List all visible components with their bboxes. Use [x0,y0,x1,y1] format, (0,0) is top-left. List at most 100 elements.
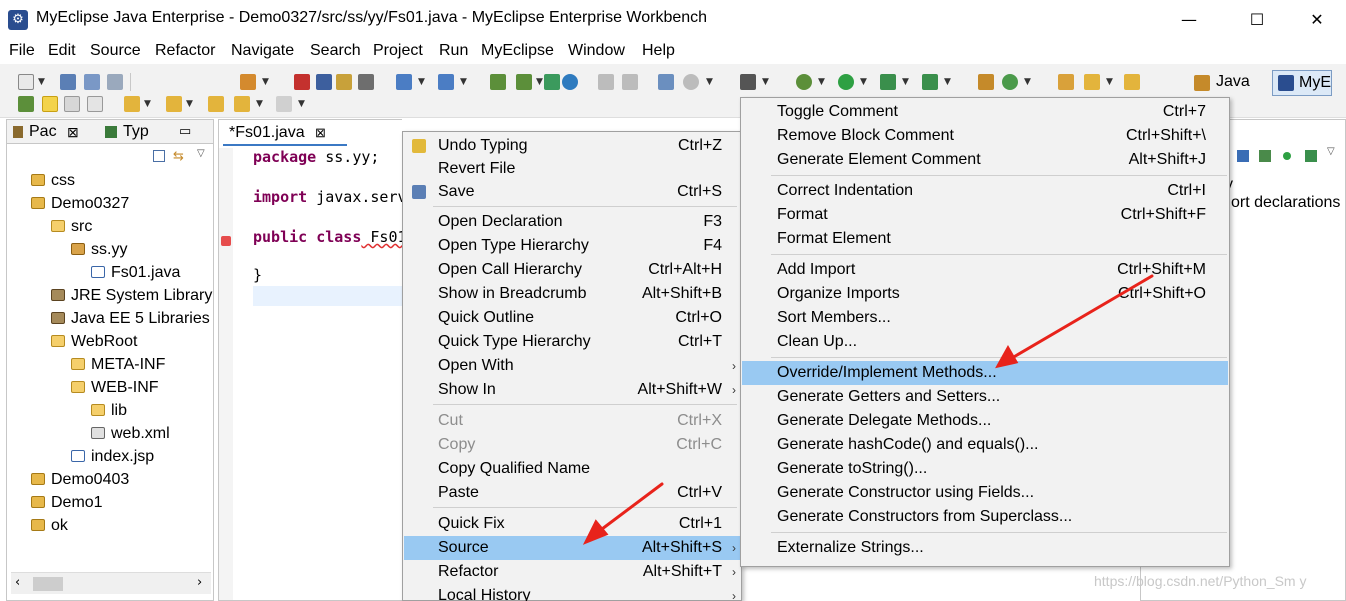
menu-clean-up[interactable]: Clean Up... [742,330,1228,354]
menu-remove-block-comment[interactable]: Remove Block Comment Ctrl+Shift+\ [742,124,1228,148]
tree-item-src[interactable]: src [51,216,92,238]
tree-item-demo0403[interactable]: Demo0403 [31,469,129,491]
next-annotation-dropdown-icon[interactable]: ▼ [144,99,151,109]
profile-icon[interactable] [922,74,938,90]
new-package-dropdown-icon[interactable]: ▼ [1024,77,1031,87]
skip-breakpoints-icon[interactable] [18,96,34,112]
minimize-view-icon[interactable]: ▭ [179,123,191,139]
perspective-myeclipse[interactable]: MyE [1272,70,1332,96]
search-tool-dropdown-icon[interactable]: ▼ [1106,77,1113,87]
menu-open-with[interactable]: Open With › [404,354,740,378]
camera-dropdown-icon[interactable]: ▼ [762,77,769,87]
menu-externalize-strings[interactable]: Externalize Strings... [742,536,1228,560]
tree-item-indexjsp[interactable]: index.jsp [71,446,154,468]
menu-generate-element-comment[interactable]: Generate Element Comment Alt+Shift+J [742,148,1228,172]
close-icon[interactable]: ⊠ [315,125,326,140]
open-type-dropdown-icon[interactable]: ▼ [460,77,467,87]
camera-icon[interactable] [740,74,756,90]
tree-item-ok[interactable]: ok [31,515,68,537]
menu-format[interactable]: Format Ctrl+Shift+F [742,203,1228,227]
menu-add-import[interactable]: Add Import Ctrl+Shift+M [742,258,1228,282]
menu-search[interactable]: Search [310,42,361,60]
view-menu-icon[interactable]: ▽ [197,148,205,159]
last-edit-icon[interactable] [208,96,224,112]
tree-item-demo0327[interactable]: Demo0327 [31,193,129,215]
debug-icon[interactable] [796,74,812,90]
server-dropdown-icon[interactable]: ▼ [262,77,269,87]
menu-open-type-hierarchy[interactable]: Open Type Hierarchy F4 [404,234,740,258]
scroll-thumb[interactable] [33,577,63,591]
menu-navigate[interactable]: Navigate [231,42,294,60]
code-line-5[interactable]: public class Fs01 [253,228,407,246]
tab-package-explorer[interactable]: Pac [29,123,57,141]
minimize-button[interactable]: — [1166,4,1212,36]
code-line-1[interactable]: package ss.yy; [253,148,379,166]
run-icon[interactable] [838,74,854,90]
scroll-right-icon[interactable]: › [197,575,202,590]
run-dropdown-icon[interactable]: ▼ [860,77,867,87]
deploy-icon[interactable] [294,74,310,90]
outline-import-declarations[interactable]: ort declarations [1231,194,1340,212]
menu-copy-qualified-name[interactable]: Copy Qualified Name [404,457,740,481]
menu-file[interactable]: File [9,42,35,60]
save-all-icon[interactable] [84,74,100,90]
jsp-dropdown-icon[interactable]: ▼ [536,77,543,87]
tree-item-lib[interactable]: lib [91,400,127,422]
menu-run[interactable]: Run [439,42,468,60]
tree-item-package[interactable]: ss.yy [71,239,127,261]
scroll-left-icon[interactable]: ‹ [15,575,20,590]
tab-type-hierarchy[interactable]: Typ [123,123,149,141]
new-dropdown-icon[interactable]: ▼ [38,77,45,87]
globe-icon[interactable] [562,74,578,90]
tree-item-css[interactable]: css [31,170,75,192]
tree-item-webxml[interactable]: web.xml [91,423,170,445]
view-menu-icon[interactable]: ▽ [1327,146,1335,157]
menu-quick-fix[interactable]: Quick Fix Ctrl+1 [404,512,740,536]
block-selection-icon[interactable] [64,96,80,112]
tree-item-jre[interactable]: JRE System Library [51,285,212,307]
jar-icon[interactable] [316,74,332,90]
menu-generate-constructor-fields[interactable]: Generate Constructor using Fields... [742,481,1228,505]
menu-generate-hashcode-equals[interactable]: Generate hashCode() and equals()... [742,433,1228,457]
perspective-java[interactable]: Java [1186,70,1268,96]
menu-paste[interactable]: Paste Ctrl+V [404,481,740,505]
menu-local-history[interactable]: Local History › [404,584,740,601]
menu-override-implement-methods[interactable]: Override/Implement Methods... [742,361,1228,385]
new-package-icon[interactable] [1002,74,1018,90]
menu-open-declaration[interactable]: Open Declaration F3 [404,210,740,234]
menu-open-call-hierarchy[interactable]: Open Call Hierarchy Ctrl+Alt+H [404,258,740,282]
profile-dropdown-icon[interactable]: ▼ [944,77,951,87]
console-icon[interactable] [358,74,374,90]
menu-myeclipse[interactable]: MyEclipse [481,42,554,60]
show-whitespace-icon[interactable] [87,96,103,112]
menu-quick-type-hierarchy[interactable]: Quick Type Hierarchy Ctrl+T [404,330,740,354]
debug-dropdown-icon[interactable]: ▼ [818,77,825,87]
maximize-button[interactable]: ☐ [1234,4,1280,36]
collapse-all-icon[interactable] [153,150,165,162]
tree-item-web-inf[interactable]: WEB-INF [71,377,159,399]
menu-generate-delegate-methods[interactable]: Generate Delegate Methods... [742,409,1228,433]
menu-format-element[interactable]: Format Element [742,227,1228,251]
prev-annotation-dropdown-icon[interactable]: ▼ [186,99,193,109]
search-tool-icon[interactable] [1084,74,1100,90]
next-annotation-icon[interactable] [124,96,140,112]
tree-item-fs01[interactable]: Fs01.java [91,262,180,284]
run-external-icon[interactable] [880,74,896,90]
link-editor-icon[interactable]: ⇆ [173,149,184,164]
db-dropdown-icon[interactable]: ▼ [706,77,713,87]
browser-icon[interactable] [336,74,352,90]
menu-show-in-breadcrumb[interactable]: Show in Breadcrumb Alt+Shift+B [404,282,740,306]
menu-refactor[interactable]: Refactor Alt+Shift+T › [404,560,740,584]
menu-sort-members[interactable]: Sort Members... [742,306,1228,330]
menu-correct-indentation[interactable]: Correct Indentation Ctrl+I [742,179,1228,203]
tree-item-webroot[interactable]: WebRoot [51,331,137,353]
hide-nonpublic-icon[interactable] [1283,152,1291,160]
menu-help[interactable]: Help [642,42,675,60]
menu-save[interactable]: Save Ctrl+S [404,180,740,204]
code-line-7[interactable]: } [253,266,262,284]
editor-tab-fs01[interactable]: *Fs01.java ⊠ [223,122,347,146]
db-icon[interactable] [683,74,699,90]
print-icon[interactable] [107,74,123,90]
menu-generate-tostring[interactable]: Generate toString()... [742,457,1228,481]
error-marker-icon[interactable] [221,236,231,246]
